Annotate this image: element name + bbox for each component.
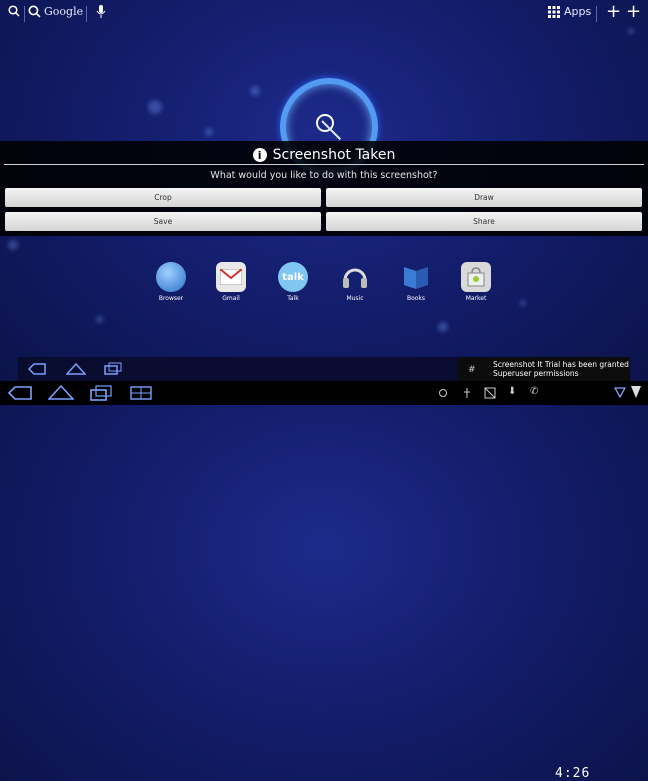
background-bokeh bbox=[438, 322, 448, 332]
back-icon[interactable] bbox=[28, 363, 46, 375]
app-label: Market bbox=[465, 295, 487, 302]
background-bokeh bbox=[250, 86, 260, 96]
status-clock[interactable]: 4:26 bbox=[555, 766, 590, 781]
info-icon: i bbox=[252, 148, 267, 162]
app-browser[interactable]: Browser bbox=[153, 262, 189, 302]
background-bokeh bbox=[8, 240, 18, 250]
dialog-title: Screenshot Taken bbox=[272, 147, 396, 163]
dialog-title-row: i Screenshot Taken bbox=[0, 144, 648, 166]
market-bag-icon bbox=[461, 262, 491, 292]
background-bokeh bbox=[520, 300, 526, 306]
background-bokeh bbox=[148, 100, 162, 114]
battery-icon bbox=[631, 386, 641, 398]
google-search-box[interactable]: Google bbox=[28, 5, 83, 18]
microphone-icon bbox=[96, 5, 106, 18]
apps-grid-icon bbox=[548, 5, 560, 18]
app-talk[interactable]: talk Talk bbox=[275, 262, 311, 302]
globe-icon bbox=[156, 262, 186, 292]
search-button[interactable] bbox=[8, 5, 20, 17]
apps-label: Apps bbox=[564, 5, 592, 18]
notification-text: Screenshot It Trial has been granted Sup… bbox=[493, 360, 629, 378]
app-market[interactable]: Market bbox=[458, 262, 494, 302]
background-bokeh bbox=[628, 28, 634, 34]
phone-icon: ✆ bbox=[530, 386, 539, 397]
dialog-divider bbox=[4, 164, 644, 165]
home-icon[interactable] bbox=[48, 384, 74, 400]
add-widget-button[interactable]: + bbox=[606, 3, 621, 21]
draw-button[interactable]: Draw bbox=[326, 188, 642, 207]
divider bbox=[596, 6, 597, 22]
download-icon: ⬇ bbox=[508, 386, 517, 397]
background-bokeh bbox=[205, 128, 213, 136]
plus-icon: + bbox=[626, 1, 642, 22]
share-button[interactable]: Share bbox=[326, 212, 642, 231]
talk-icon: talk bbox=[278, 262, 308, 292]
alarm-icon bbox=[439, 389, 447, 397]
wifi-icon bbox=[614, 387, 626, 398]
app-gmail[interactable]: Gmail bbox=[213, 262, 249, 302]
app-books[interactable]: Books bbox=[398, 262, 434, 302]
home-icon[interactable] bbox=[66, 362, 86, 375]
screenshot-icon bbox=[484, 387, 496, 399]
apps-button[interactable]: Apps bbox=[548, 5, 591, 18]
superuser-icon: # bbox=[468, 365, 476, 375]
notification-toast[interactable]: # Screenshot It Trial has been granted S… bbox=[458, 357, 630, 381]
app-music[interactable]: Music bbox=[337, 262, 373, 302]
home-top-bar: Google Apps + + bbox=[0, 0, 648, 28]
recent-apps-icon[interactable] bbox=[104, 362, 122, 375]
dialog-message: What would you like to do with this scre… bbox=[210, 170, 438, 181]
divider bbox=[24, 6, 25, 22]
back-icon[interactable] bbox=[8, 386, 32, 400]
divider bbox=[86, 6, 87, 22]
usb-icon bbox=[464, 388, 470, 398]
app-label: Books bbox=[406, 295, 426, 302]
screenshot-dialog: i Screenshot Taken What would you like t… bbox=[0, 141, 648, 236]
voice-search-button[interactable] bbox=[96, 5, 106, 19]
app-label: Browser bbox=[158, 295, 184, 302]
system-bar: ⬇ ✆ 4:26 bbox=[0, 381, 648, 781]
menu-icon[interactable] bbox=[130, 386, 152, 400]
crop-button[interactable]: Crop bbox=[5, 188, 321, 207]
save-button[interactable]: Save bbox=[5, 212, 321, 231]
search-icon bbox=[8, 5, 20, 17]
inner-nav-bar bbox=[18, 357, 458, 381]
plus-icon: + bbox=[606, 1, 622, 22]
app-label: Gmail bbox=[222, 295, 240, 302]
books-icon bbox=[401, 262, 431, 292]
customize-button[interactable]: + bbox=[626, 3, 641, 21]
app-label: Music bbox=[346, 295, 364, 302]
search-icon bbox=[28, 5, 41, 18]
gmail-icon bbox=[216, 262, 246, 292]
background-bokeh bbox=[96, 316, 103, 323]
app-label: Talk bbox=[287, 295, 299, 302]
recent-apps-icon[interactable] bbox=[90, 385, 112, 401]
headphones-icon bbox=[340, 262, 370, 292]
google-label: Google bbox=[44, 5, 84, 18]
